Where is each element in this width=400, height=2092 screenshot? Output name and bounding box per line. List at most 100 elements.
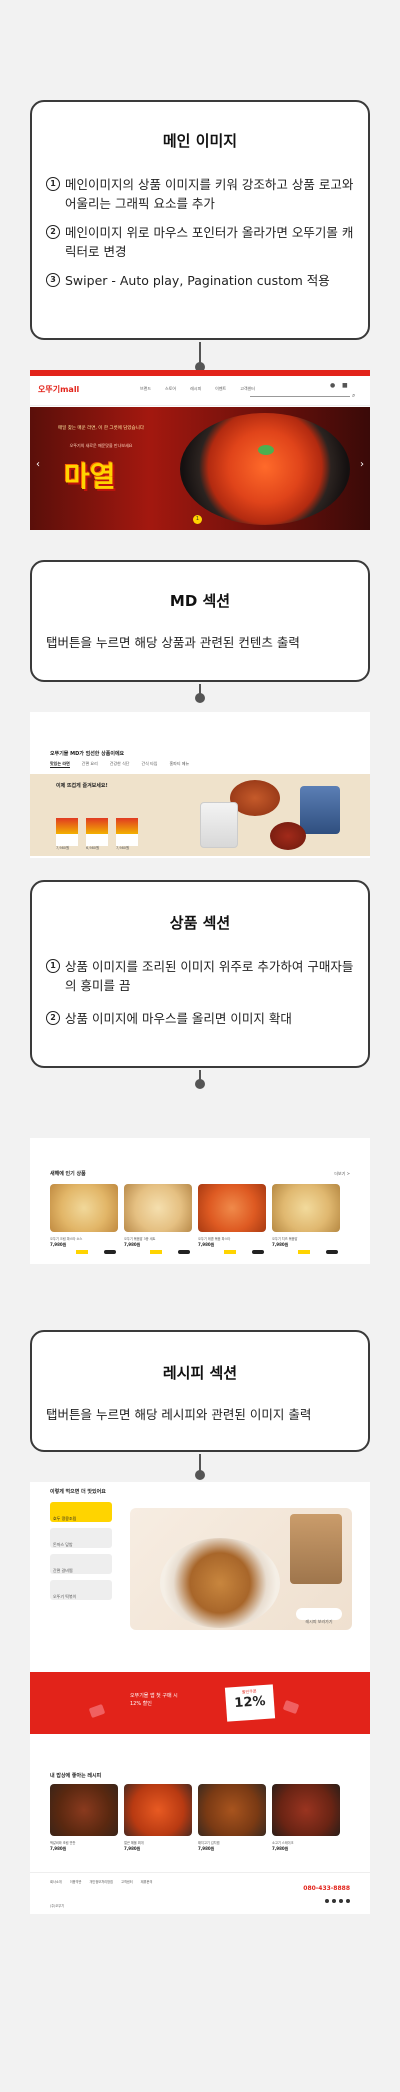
md-tab[interactable]: 맛있는 라면 <box>50 761 70 768</box>
search-icon[interactable]: ⌕ <box>352 392 355 400</box>
circled-number-icon: 1 <box>46 959 60 973</box>
main-image-point-1: 1 메인이미지의 상품 이미지를 키워 강조하고 상품 로고와 어울리는 그래픽… <box>46 175 354 213</box>
promo-banner[interactable]: 오뚜기몰 앱 첫 구매 시 12% 할인 할인쿠폰 12% <box>30 1672 370 1734</box>
recipe-card-price: 7,980원 <box>124 1846 141 1851</box>
md-product-card[interactable]: 7,980원 <box>116 818 138 850</box>
cart-icon[interactable]: ■ <box>342 382 348 389</box>
md-product-card[interactable]: 6,980원 <box>86 818 108 850</box>
footer-links: 회사소개 이용약관 개인정보처리방침 고객센터 제휴문의 <box>50 1879 152 1884</box>
hero-banner-sub: 오뚜기의 새로운 매운맛을 만나보세요 <box>69 443 133 448</box>
product-card[interactable]: 오뚜기 볶음밥 3종 세트 7,980원 <box>124 1184 192 1256</box>
nav-item[interactable]: 브랜드 <box>140 386 151 392</box>
site-logo[interactable]: 오뚜기mall <box>38 384 79 395</box>
recipe-card[interactable]: 소고기 스테이크 7,980원 <box>272 1784 340 1862</box>
footer-link[interactable]: 고객센터 <box>121 1879 133 1884</box>
promo-badge-value: 12% <box>233 1693 267 1712</box>
circled-number-icon: 2 <box>46 1011 60 1025</box>
badge-yellow <box>224 1250 236 1254</box>
connector-dot <box>195 1079 205 1089</box>
recipe-tab-list: 호두 땅콩조림 돈까스 덮밥 간편 갈비찜 오뚜기 떡볶이 <box>50 1502 112 1600</box>
social-icon[interactable] <box>332 1899 336 1903</box>
product-point-text: 상품 이미지를 조리된 이미지 위주로 추가하여 구매자들의 흥미를 끔 <box>65 959 354 993</box>
green-onion-garnish <box>258 445 274 455</box>
product-section-title: 상품 섹션 <box>169 914 231 932</box>
md-section-title: MD 섹션 <box>169 592 231 610</box>
md-product-price: 6,980원 <box>86 846 100 850</box>
md-product-price: 7,980원 <box>56 846 70 850</box>
md-feature-title: 이제 뜨겁게 즐겨보세요! <box>56 783 108 789</box>
recipe-tab[interactable]: 간편 갈비찜 <box>50 1554 112 1574</box>
md-tab[interactable]: 건강한 식단 <box>110 761 130 768</box>
recipe-card-price: 7,980원 <box>272 1846 289 1851</box>
main-nav: 브랜드 스토어 레시피 이벤트 고객센터 <box>140 386 255 392</box>
md-feature-photo <box>180 778 370 854</box>
product-point-2: 2 상품 이미지에 마우스를 올리면 이미지 확대 <box>46 1009 354 1028</box>
product-more-link[interactable]: 더보기 > <box>334 1171 350 1177</box>
nav-item[interactable]: 고객센터 <box>240 386 255 392</box>
md-product-card[interactable]: 7,980원 <box>56 818 78 850</box>
hero-banner-copy: 매일 찾는 매운 라면, 이 한 그릇에 담았습니다 <box>58 426 144 431</box>
product-card[interactable]: 오뚜기 크림 파스타 소스 7,980원 <box>50 1184 118 1256</box>
product-name: 오뚜기 볶음밥 3종 세트 <box>124 1237 156 1241</box>
noodle-package <box>200 802 238 848</box>
md-feature-panel: 이제 뜨겁게 즐겨보세요! 7,980원 6,980원 7,980원 <box>30 774 370 856</box>
product-heading: 새해에 인기 상품 <box>50 1171 86 1177</box>
slide-next-arrow[interactable]: › <box>360 459 364 470</box>
cart-button[interactable] <box>104 1250 116 1254</box>
md-product-image <box>86 818 108 834</box>
recipe-view-label: 레시피 보러가기 <box>305 1619 333 1624</box>
nav-item[interactable]: 스토어 <box>165 386 176 392</box>
recipe-image <box>50 1784 118 1836</box>
footer-link[interactable]: 이용약관 <box>70 1879 82 1884</box>
footer-link[interactable]: 회사소개 <box>50 1879 62 1884</box>
circled-number-icon: 2 <box>46 225 60 239</box>
recipe-tab-label: 호두 땅콩조림 <box>53 1516 77 1521</box>
cart-button[interactable] <box>178 1250 190 1254</box>
md-tab[interactable]: 간식 타임 <box>141 761 157 768</box>
recipe-card-name: 소고기 스테이크 <box>272 1841 294 1845</box>
slide-prev-arrow[interactable]: ‹ <box>36 459 40 470</box>
product-card[interactable]: 오뚜기 치즈 볶음밥 7,980원 <box>272 1184 340 1256</box>
recipe-image <box>198 1784 266 1836</box>
md-tab[interactable]: 간편 요리 <box>82 761 98 768</box>
promo-badge: 할인쿠폰 12% <box>224 1684 276 1722</box>
product-image <box>124 1184 192 1232</box>
md-heading: 오뚜기몰 MD가 엄선한 상품이에요 <box>50 751 125 757</box>
social-icon[interactable] <box>325 1899 329 1903</box>
footer-link[interactable]: 개인정보처리방침 <box>89 1879 112 1884</box>
recipe-tab-active[interactable]: 호두 땅콩조림 <box>50 1502 112 1522</box>
recipe-view-button[interactable]: 레시피 보러가기 <box>296 1608 342 1624</box>
recipe-section-card: 레시피 섹션 탭버튼을 누르면 해당 레시피와 관련된 이미지 출력 <box>30 1330 370 1452</box>
recipe-tab[interactable]: 돈까스 덮밥 <box>50 1528 112 1548</box>
recipe-card[interactable]: 돼지고기 김치찜 7,980원 <box>198 1784 266 1862</box>
meat-bowl <box>270 822 306 850</box>
md-screenshot: 오뚜기몰 MD가 엄선한 상품이에요 맛있는 라면 간편 요리 건강한 식단 간… <box>30 712 370 858</box>
nav-item[interactable]: 이벤트 <box>215 386 226 392</box>
product-card[interactable]: 오뚜기 매콤 볶음 파스타 7,980원 <box>198 1184 266 1256</box>
recipe-card[interactable]: 떡갈비와 조림 반찬 7,980원 <box>50 1784 118 1862</box>
product-price: 7,980원 <box>124 1242 141 1247</box>
recipe-card-price: 7,980원 <box>50 1846 67 1851</box>
product-image <box>198 1184 266 1232</box>
recipe-card-price: 7,980원 <box>198 1846 215 1851</box>
cart-button[interactable] <box>252 1250 264 1254</box>
footer-link[interactable]: 제휴문의 <box>141 1879 153 1884</box>
promo-text: 오뚜기몰 앱 첫 구매 시 12% 할인 <box>130 1693 178 1707</box>
recipe-card[interactable]: 얼큰 해물 찌개 7,980원 <box>124 1784 192 1862</box>
user-icon[interactable]: ● <box>330 382 335 389</box>
recipe-card-name: 얼큰 해물 찌개 <box>124 1841 144 1845</box>
hero-banner[interactable]: 매일 찾는 매운 라면, 이 한 그릇에 담았습니다 오뚜기의 새로운 매운맛을… <box>30 407 370 530</box>
cart-button[interactable] <box>326 1250 338 1254</box>
social-icon[interactable] <box>346 1899 350 1903</box>
header-search-bar[interactable] <box>250 396 350 397</box>
circled-number-icon: 3 <box>46 273 60 287</box>
social-icon[interactable] <box>339 1899 343 1903</box>
badge-yellow <box>150 1250 162 1254</box>
swiper-pagination[interactable]: 1 <box>193 515 202 524</box>
nav-item[interactable]: 레시피 <box>190 386 201 392</box>
connector-dot <box>195 1470 205 1480</box>
walnut-jar-image <box>290 1514 342 1584</box>
md-tab[interactable]: 홈파티 메뉴 <box>169 761 189 768</box>
circled-number-icon: 1 <box>46 177 60 191</box>
recipe-tab[interactable]: 오뚜기 떡볶이 <box>50 1580 112 1600</box>
